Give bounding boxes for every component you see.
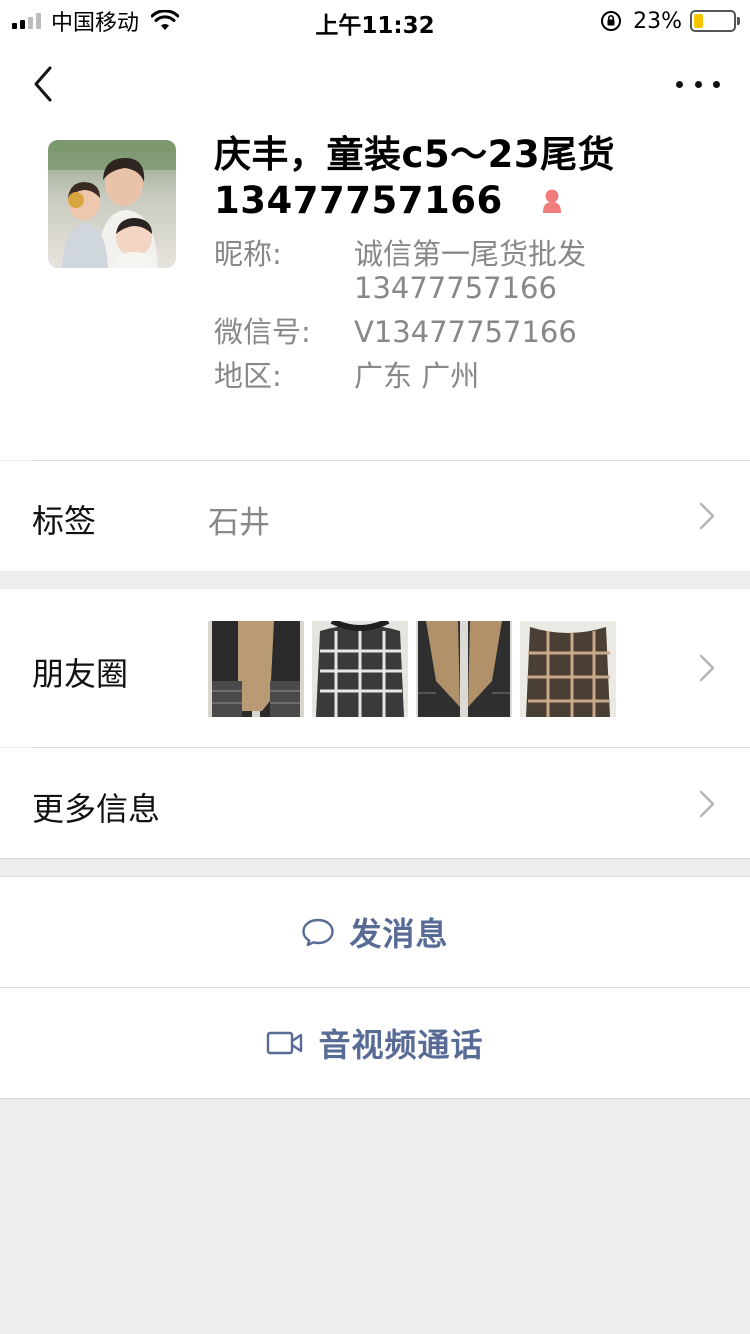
battery-icon [690, 10, 740, 32]
more-info-label: 更多信息 [32, 790, 161, 828]
battery-fill [694, 14, 703, 28]
battery-percent: 23% [633, 8, 682, 34]
nickname-row: 昵称: 诚信第一尾货批发 13477757166 [214, 234, 714, 312]
tags-label: 标签 [32, 502, 97, 540]
send-message-button[interactable]: 发消息 [0, 877, 750, 987]
chevron-right-icon [699, 790, 715, 818]
avatar-photo [48, 140, 176, 268]
region-label: 地区: [214, 359, 282, 393]
chevron-left-icon [34, 66, 52, 102]
chevron-right-icon [699, 654, 715, 682]
moments-thumbnail [312, 621, 408, 717]
more-button[interactable] [676, 70, 720, 98]
tags-value: 石井 [208, 505, 270, 541]
section-separator [0, 858, 750, 859]
wechat-id-label: 微信号: [214, 315, 311, 349]
tags-cell[interactable]: 标签 石井 [0, 461, 750, 571]
profile-header: 庆丰，童装c5～23尾货 13477757166 昵称: 诚信第一尾货批发 13… [0, 128, 750, 460]
nickname-value-line2: 13477757166 [354, 271, 557, 305]
moments-thumbnail [208, 621, 304, 717]
nickname-value-line1: 诚信第一尾货批发 [354, 237, 587, 271]
chat-bubble-icon [302, 918, 335, 947]
nickname-label: 昵称: [214, 237, 282, 271]
contact-name-line1: 庆丰，童装c5～23尾货 [214, 133, 616, 176]
video-call-label: 音视频通话 [318, 1026, 484, 1064]
rotation-lock-icon [601, 11, 622, 31]
nickname-value: 诚信第一尾货批发 13477757166 [354, 234, 586, 312]
ellipsis-icon [676, 80, 683, 88]
nav-bar [0, 40, 750, 128]
contact-name-line2: 13477757166 [214, 179, 503, 222]
contact-name: 庆丰，童装c5～23尾货 13477757166 [214, 132, 724, 224]
send-message-label: 发消息 [349, 915, 449, 953]
video-camera-icon [267, 1031, 303, 1055]
region-value: 广东 广州 [354, 359, 480, 393]
profile-info: 昵称: 诚信第一尾货批发 13477757166 微信号: V134777571… [214, 234, 714, 396]
moments-label: 朋友圈 [32, 655, 129, 693]
region-row: 地区: 广东 广州 [214, 356, 714, 396]
female-icon [542, 189, 561, 213]
avatar[interactable] [48, 140, 176, 268]
back-button[interactable] [26, 62, 66, 106]
more-info-cell[interactable]: 更多信息 [0, 748, 750, 858]
moments-thumbnail [520, 621, 616, 717]
status-bar-right: 23% [599, 7, 740, 35]
moments-cell[interactable]: 朋友圈 [0, 589, 750, 747]
wechat-id-row: 微信号: V13477757166 [214, 312, 714, 356]
status-bar: 中国移动 上午11:32 23% [0, 0, 750, 40]
contact-name-line2-row: 13477757166 [214, 178, 724, 224]
video-call-button[interactable]: 音视频通话 [0, 988, 750, 1098]
moments-thumbnails [208, 621, 616, 717]
chevron-right-icon [699, 502, 715, 530]
ellipsis-icon [713, 80, 720, 88]
wechat-id-value: V13477757166 [354, 315, 577, 349]
section-separator [0, 1098, 750, 1099]
moments-thumbnail [416, 621, 512, 717]
ellipsis-icon [694, 80, 702, 88]
